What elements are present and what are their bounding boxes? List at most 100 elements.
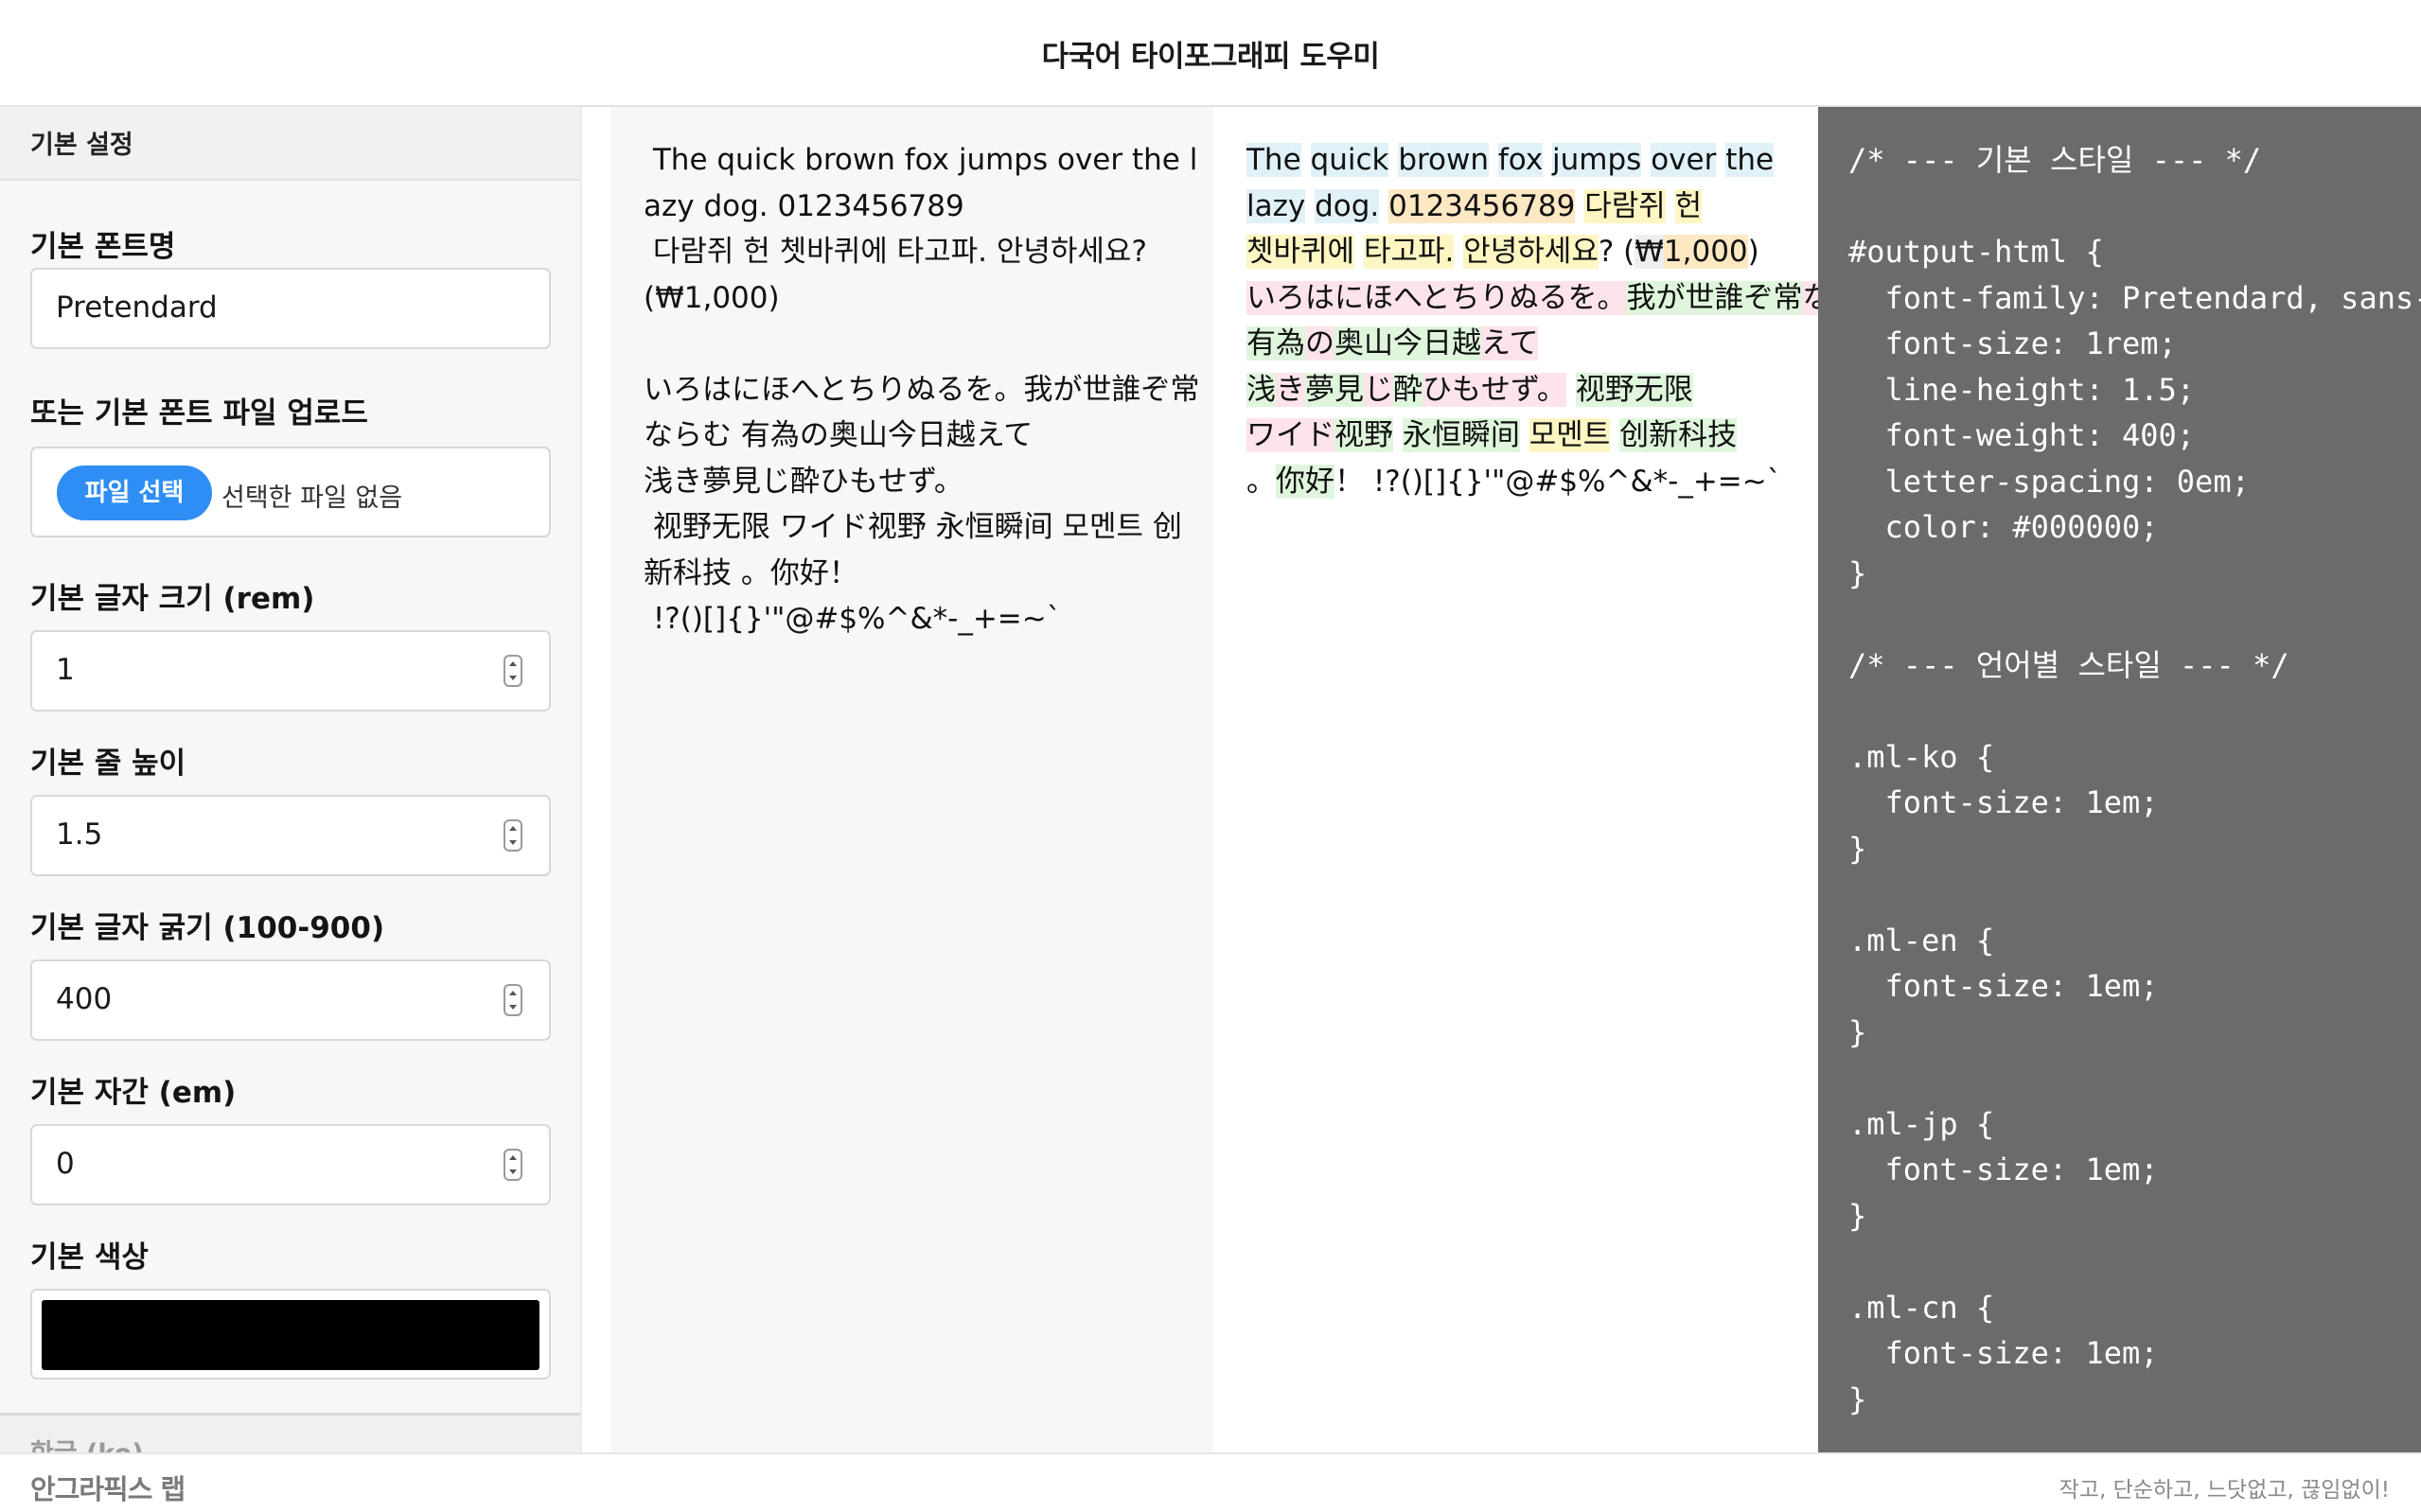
lang-segment-cn: 你好 (1276, 464, 1334, 499)
highlighted-line: ワイド视野 永恒瞬间 모멘트 创新科技 (1246, 413, 1818, 459)
footer: 안그라픽스 랩 작고, 단순하고, 느닷없고, 끊임없이! (0, 1452, 2421, 1512)
lang-segment-num: 0123456789 (1388, 188, 1576, 223)
font-upload-label: 또는 기본 폰트 파일 업로드 (30, 396, 368, 431)
lang-segment-jp: じ (1364, 372, 1393, 407)
lang-segment-ko: 헌 (1674, 188, 1703, 223)
lang-segment-en: over (1651, 143, 1717, 177)
preview-language-highlight: The quick brown fox jumps over the lazy d… (1215, 107, 1818, 1452)
highlighted-line: いろはにほへとちりぬるを。我が世誰ぞ常なら (1246, 275, 1818, 322)
plain-segment (1379, 189, 1388, 223)
plain-segment (1610, 418, 1619, 452)
plain-segment: ！ (1334, 464, 1364, 499)
plain-segment: ? ( (1598, 235, 1635, 269)
plain-segment (1454, 235, 1463, 269)
css-code-panel[interactable]: /* --- 기본 스타일 --- */ #output-html { font… (1818, 107, 2421, 1452)
lang-segment-en: lazy (1246, 188, 1306, 223)
section-title-basic[interactable]: 기본 설정 (0, 107, 580, 181)
lang-segment-ko: 다람쥐 (1584, 188, 1666, 223)
footer-tagline: 작고, 단순하고, 느닷없고, 끊임없이! (2059, 1478, 2390, 1503)
plain-segment (1388, 143, 1398, 177)
letter-spacing-input[interactable]: 0 (30, 1124, 551, 1205)
plain-segment (1566, 373, 1576, 407)
plain-segment: ) (1747, 235, 1759, 269)
lang-segment-cn: 视野无限 (1575, 372, 1693, 407)
plain-segment (1666, 189, 1675, 223)
lang-segment-ko: 모멘트 (1529, 418, 1611, 452)
app-title: 다국어 타이포그래피 도우미 (1041, 40, 1380, 74)
color-label: 기본 색상 (30, 1240, 149, 1275)
lang-segment-jp: えて (1481, 326, 1539, 360)
preview-output: The quick brown fox jumps over the lazy … (610, 107, 1213, 1452)
lang-segment-en: quick (1310, 143, 1389, 177)
letter-spacing-stepper[interactable] (504, 1149, 522, 1181)
plain-segment (1305, 189, 1315, 223)
line-height-input[interactable]: 1.5 (30, 795, 551, 876)
lang-segment-ko: 타고파. (1363, 235, 1455, 269)
font-weight-stepper[interactable] (504, 984, 522, 1016)
lang-segment-ko: 쳇바퀴에 (1246, 235, 1355, 269)
font-file-input[interactable]: 파일 선택 선택한 파일 없음 (30, 447, 551, 537)
font-size-value: 1 (56, 653, 75, 687)
lang-segment-ko: 안녕하세요 (1463, 235, 1599, 269)
lang-segment-en: The (1246, 143, 1301, 177)
plain-segment (1301, 143, 1311, 177)
lang-segment-cn: 奥山今日越 (1334, 326, 1481, 360)
font-weight-label: 기본 글자 굵기 (100-900) (30, 911, 385, 945)
font-size-label: 기본 글자 크기 (rem) (30, 582, 315, 616)
css-code[interactable]: /* --- 기본 스타일 --- */ #output-html { font… (1848, 137, 2421, 1422)
section-title-korean[interactable]: 한글 (ko) (0, 1413, 580, 1452)
highlighted-line: lazy dog. 0123456789 다람쥐 헌 (1246, 184, 1818, 230)
lang-segment-cn: 永恒瞬间 (1402, 418, 1520, 452)
lang-segment-cn: 夢見 (1305, 372, 1364, 407)
line-height-value: 1.5 (56, 818, 103, 852)
highlighted-line: 浅き夢見じ酔ひもせず。 视野无限 (1246, 367, 1818, 413)
lang-segment-en: jumps (1552, 143, 1642, 177)
footer-logo: 안그라픽스 랩 (30, 1473, 186, 1505)
plain-segment: !?()[]{}'"@#$%^&*-_+=~` (1364, 464, 1782, 499)
color-swatch (42, 1300, 539, 1370)
font-name-label: 기본 폰트명 (30, 230, 176, 264)
lang-segment-jp: の (1305, 326, 1334, 360)
plain-segment (1520, 418, 1529, 452)
highlighted-line: The quick brown fox jumps over the (1246, 137, 1818, 184)
plain-segment (1489, 143, 1498, 177)
lang-segment-jp: ワイド (1246, 418, 1334, 452)
font-size-stepper[interactable] (504, 655, 522, 687)
highlighted-line: 有為の奥山今日越えて (1246, 321, 1818, 367)
color-picker[interactable] (30, 1289, 551, 1380)
lang-segment-cn: 创新科技 (1619, 418, 1738, 452)
lang-segment-en: fox (1497, 143, 1544, 177)
font-size-input[interactable]: 1 (30, 630, 551, 712)
lang-segment-jp: き (1276, 372, 1305, 407)
highlighted-preview-text: The quick brown fox jumps over the lazy d… (1246, 137, 1818, 504)
lang-segment-en: brown (1398, 143, 1490, 177)
lang-segment-en: dog. (1315, 188, 1380, 223)
lang-segment-cn: 我が世誰ぞ常 (1626, 280, 1803, 315)
preview-text: The quick brown fox jumps over the lazy … (644, 143, 1200, 636)
plain-segment (1575, 189, 1584, 223)
lang-segment-jp: いろはにほへとちりぬるを。 (1246, 280, 1627, 315)
lang-segment-cn: 酔 (1393, 372, 1423, 407)
font-weight-input[interactable]: 400 (30, 959, 551, 1041)
lang-segment-jp: ひもせず。 (1423, 372, 1566, 407)
plain-segment (1543, 143, 1552, 177)
lang-segment-en: the (1725, 143, 1775, 177)
font-name-value: Pretendard (56, 290, 218, 325)
plain-segment (1716, 143, 1725, 177)
lang-segment-num: 1,000 (1663, 235, 1748, 269)
lang-segment-cn: 有為 (1246, 326, 1305, 360)
plain-segment (1641, 143, 1651, 177)
line-height-stepper[interactable] (504, 819, 522, 852)
lang-segment-cn: 视野 (1334, 418, 1393, 452)
font-name-input[interactable]: Pretendard (30, 268, 551, 349)
lang-segment-jp: なら (1802, 280, 1818, 315)
plain-segment: 。 (1246, 464, 1276, 499)
app-header: 다국어 타이포그래피 도우미 (0, 0, 2421, 107)
lang-segment-sym: ₩ (1635, 235, 1664, 269)
choose-file-button[interactable]: 파일 선택 (57, 466, 212, 520)
file-status-text: 선택한 파일 없음 (221, 483, 403, 513)
highlighted-line: 쳇바퀴에 타고파. 안녕하세요? (₩1,000) (1246, 229, 1818, 275)
lang-segment-cn: 浅 (1246, 372, 1276, 407)
settings-sidebar[interactable]: 기본 설정 기본 폰트명 Pretendard 또는 기본 폰트 파일 업로드 … (0, 107, 582, 1452)
plain-segment (1354, 235, 1364, 269)
